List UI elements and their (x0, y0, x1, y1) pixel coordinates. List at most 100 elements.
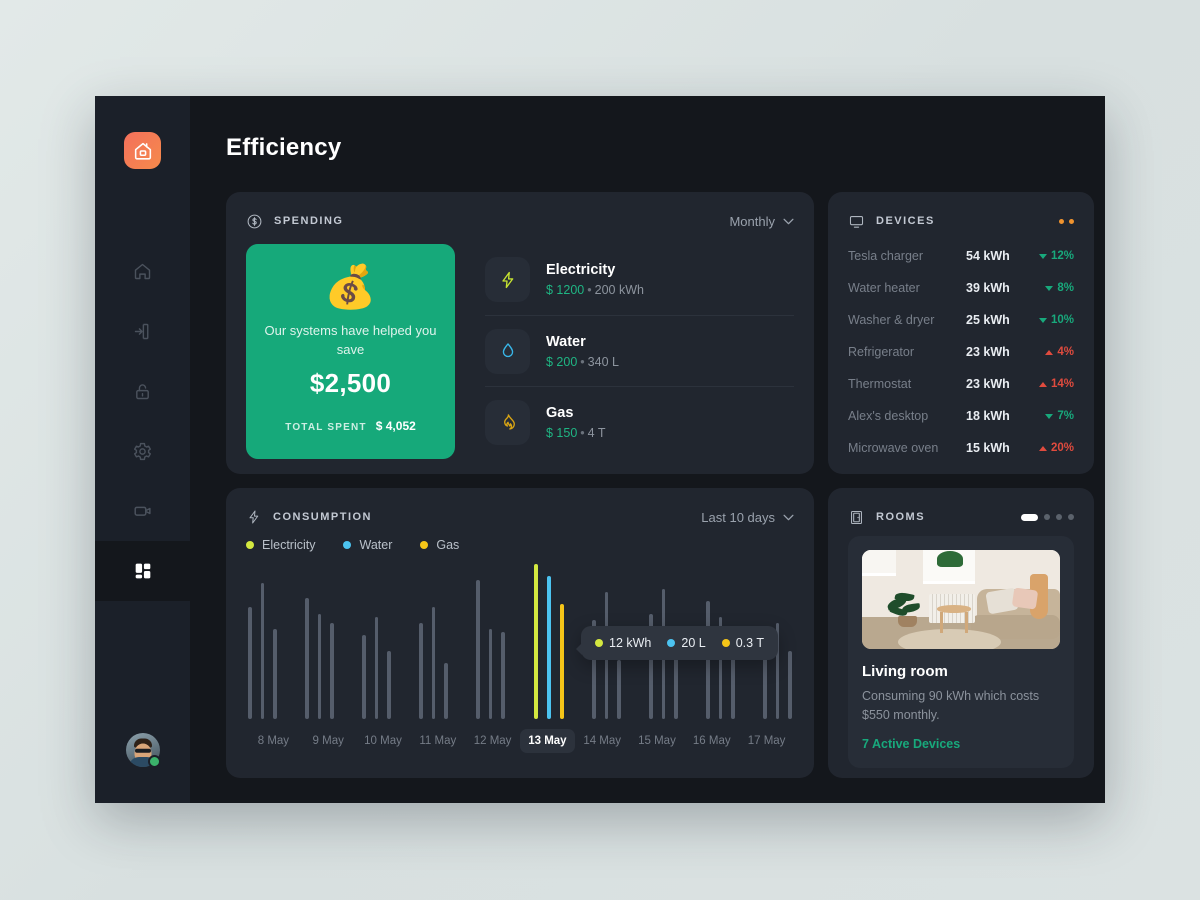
chart-bar-water[interactable] (488, 629, 493, 719)
table-row[interactable]: Alex's desktop 18 kWh 7% (848, 400, 1074, 432)
avatar[interactable] (125, 733, 161, 768)
app-logo[interactable] (124, 132, 161, 169)
photo-pillow (1011, 587, 1038, 609)
chart-x-label[interactable]: 15 May (630, 735, 685, 747)
sidebar-item-access[interactable] (95, 301, 190, 361)
chart-bar-group[interactable] (476, 564, 505, 719)
chart-bar-gas[interactable] (559, 604, 564, 719)
chevron-down-icon (783, 514, 794, 520)
utility-row-gas[interactable]: Gas $ 150 • 4 T (485, 386, 794, 457)
lock-icon (136, 383, 149, 399)
chart-bar-water[interactable] (317, 613, 322, 719)
consumption-header: CONSUMPTION Last 10 days (246, 506, 794, 528)
chart-bar-gas[interactable] (788, 650, 792, 719)
sidebar-item-security[interactable] (95, 361, 190, 421)
pager-dot[interactable] (1068, 514, 1074, 520)
utility-usage: 4 T (587, 425, 606, 440)
table-row[interactable]: Microwave oven 15 kWh 20% (848, 432, 1074, 464)
sidebar-item-settings[interactable] (95, 421, 190, 481)
chart-bar-gas[interactable] (330, 622, 334, 719)
room-item[interactable]: Living room Consuming 90 kWh which costs… (848, 536, 1074, 768)
chart-x-label[interactable]: 14 May (575, 735, 630, 747)
consumption-title: CONSUMPTION (273, 511, 372, 523)
utility-price: $ 200 (546, 354, 578, 369)
chart-x-label[interactable]: 12 May (465, 735, 520, 747)
utility-price: $ 150 (546, 425, 578, 440)
pager-active-indicator[interactable] (1021, 513, 1038, 521)
chart-bar-electricity[interactable] (476, 579, 480, 719)
chart-x-label[interactable]: 11 May (410, 735, 465, 747)
spending-period-dropdown[interactable]: Monthly (729, 214, 794, 229)
sidebar-item-home[interactable] (95, 241, 190, 301)
chart-bar-gas[interactable] (273, 629, 277, 719)
chart-bar-group[interactable] (362, 564, 391, 719)
device-value: 25 kWh (966, 313, 1010, 327)
chart-bar-group[interactable] (419, 564, 448, 719)
chart-bar-electricity[interactable] (533, 564, 538, 719)
device-delta: 7% (1024, 410, 1074, 422)
tooltip-swatch (595, 639, 603, 647)
dollar-circle-icon (247, 214, 262, 228)
utility-row-water[interactable]: Water $ 200 • 340 L (485, 315, 794, 386)
chart-bar-electricity[interactable] (305, 598, 309, 719)
devices-menu-button[interactable] (1059, 218, 1074, 224)
photo-stool (937, 605, 971, 634)
rooms-pager[interactable] (1021, 513, 1074, 521)
chart-bar-group[interactable] (305, 564, 334, 719)
photo-window-left (862, 550, 896, 576)
device-value: 23 kWh (966, 377, 1010, 391)
pager-dot[interactable] (1044, 514, 1050, 520)
tooltip-label: 0.3 T (735, 636, 764, 650)
consumption-card: CONSUMPTION Last 10 days Electricity Wat… (226, 488, 814, 778)
legend-item-gas[interactable]: Gas (420, 538, 459, 552)
table-row[interactable]: Thermostat 23 kWh 14% (848, 368, 1074, 400)
app-window: Efficiency SPENDING Monthly 💰 Our system… (95, 96, 1105, 803)
sidebar-item-dashboard[interactable] (95, 541, 190, 601)
chart-bar-electricity[interactable] (706, 601, 710, 719)
utility-row-electricity[interactable]: Electricity $ 1200 • 200 kWh (485, 244, 794, 315)
pager-dot[interactable] (1056, 514, 1062, 520)
chart-x-label[interactable]: 8 May (246, 735, 301, 747)
chart-x-label[interactable]: 13 May (519, 729, 575, 753)
chevron-down-icon (783, 218, 794, 224)
water-drop-icon (502, 343, 513, 358)
home-icon (134, 263, 151, 279)
chart-bar-water[interactable] (260, 582, 264, 719)
device-delta-value: 20% (1050, 442, 1074, 454)
chart-bar-gas[interactable] (617, 660, 621, 719)
chart-bar-water[interactable] (374, 616, 379, 719)
tooltip-item-electricity: 12 kWh (595, 636, 651, 650)
chart-bar-electricity[interactable] (362, 635, 366, 719)
legend-item-electricity[interactable]: Electricity (246, 538, 315, 552)
rooms-title: ROOMS (876, 511, 926, 523)
table-row[interactable]: Water heater 39 kWh 8% (848, 272, 1074, 304)
photo-plant (885, 586, 930, 628)
table-row[interactable]: Refrigerator 23 kWh 4% (848, 336, 1074, 368)
device-name: Thermostat (848, 377, 912, 391)
chart-bar-water[interactable] (431, 607, 436, 719)
chart-bar-electricity[interactable] (419, 622, 423, 719)
sidebar-item-cameras[interactable] (95, 481, 190, 541)
devices-list: Tesla charger 54 kWh 12% Water heater 39… (848, 240, 1074, 464)
chart-x-label[interactable]: 9 May (301, 735, 356, 747)
device-delta-value: 14% (1050, 378, 1074, 390)
chart-x-label[interactable]: 16 May (684, 735, 739, 747)
chart-bar-gas[interactable] (444, 663, 448, 719)
consumption-period-dropdown[interactable]: Last 10 days (701, 510, 794, 525)
utility-price: $ 1200 (546, 283, 585, 297)
chart-x-label[interactable]: 10 May (356, 735, 411, 747)
chart-bar-gas[interactable] (501, 632, 505, 719)
legend-item-water[interactable]: Water (343, 538, 392, 552)
table-row[interactable]: Tesla charger 54 kWh 12% (848, 240, 1074, 272)
chart-x-label[interactable]: 17 May (739, 735, 794, 747)
dashboard-grid: SPENDING Monthly 💰 Our systems have help… (226, 192, 1094, 778)
video-camera-icon (133, 506, 151, 516)
chart-bar-electricity[interactable] (248, 607, 252, 719)
utility-name: Electricity (546, 262, 616, 278)
chart-bar-water[interactable] (546, 576, 551, 719)
chart-bar-gas[interactable] (387, 650, 391, 719)
chart-bar-group[interactable] (533, 564, 564, 719)
room-active-devices-link[interactable]: 7 Active Devices (862, 737, 1060, 751)
chart-bar-group[interactable] (248, 564, 277, 719)
table-row[interactable]: Washer & dryer 25 kWh 10% (848, 304, 1074, 336)
